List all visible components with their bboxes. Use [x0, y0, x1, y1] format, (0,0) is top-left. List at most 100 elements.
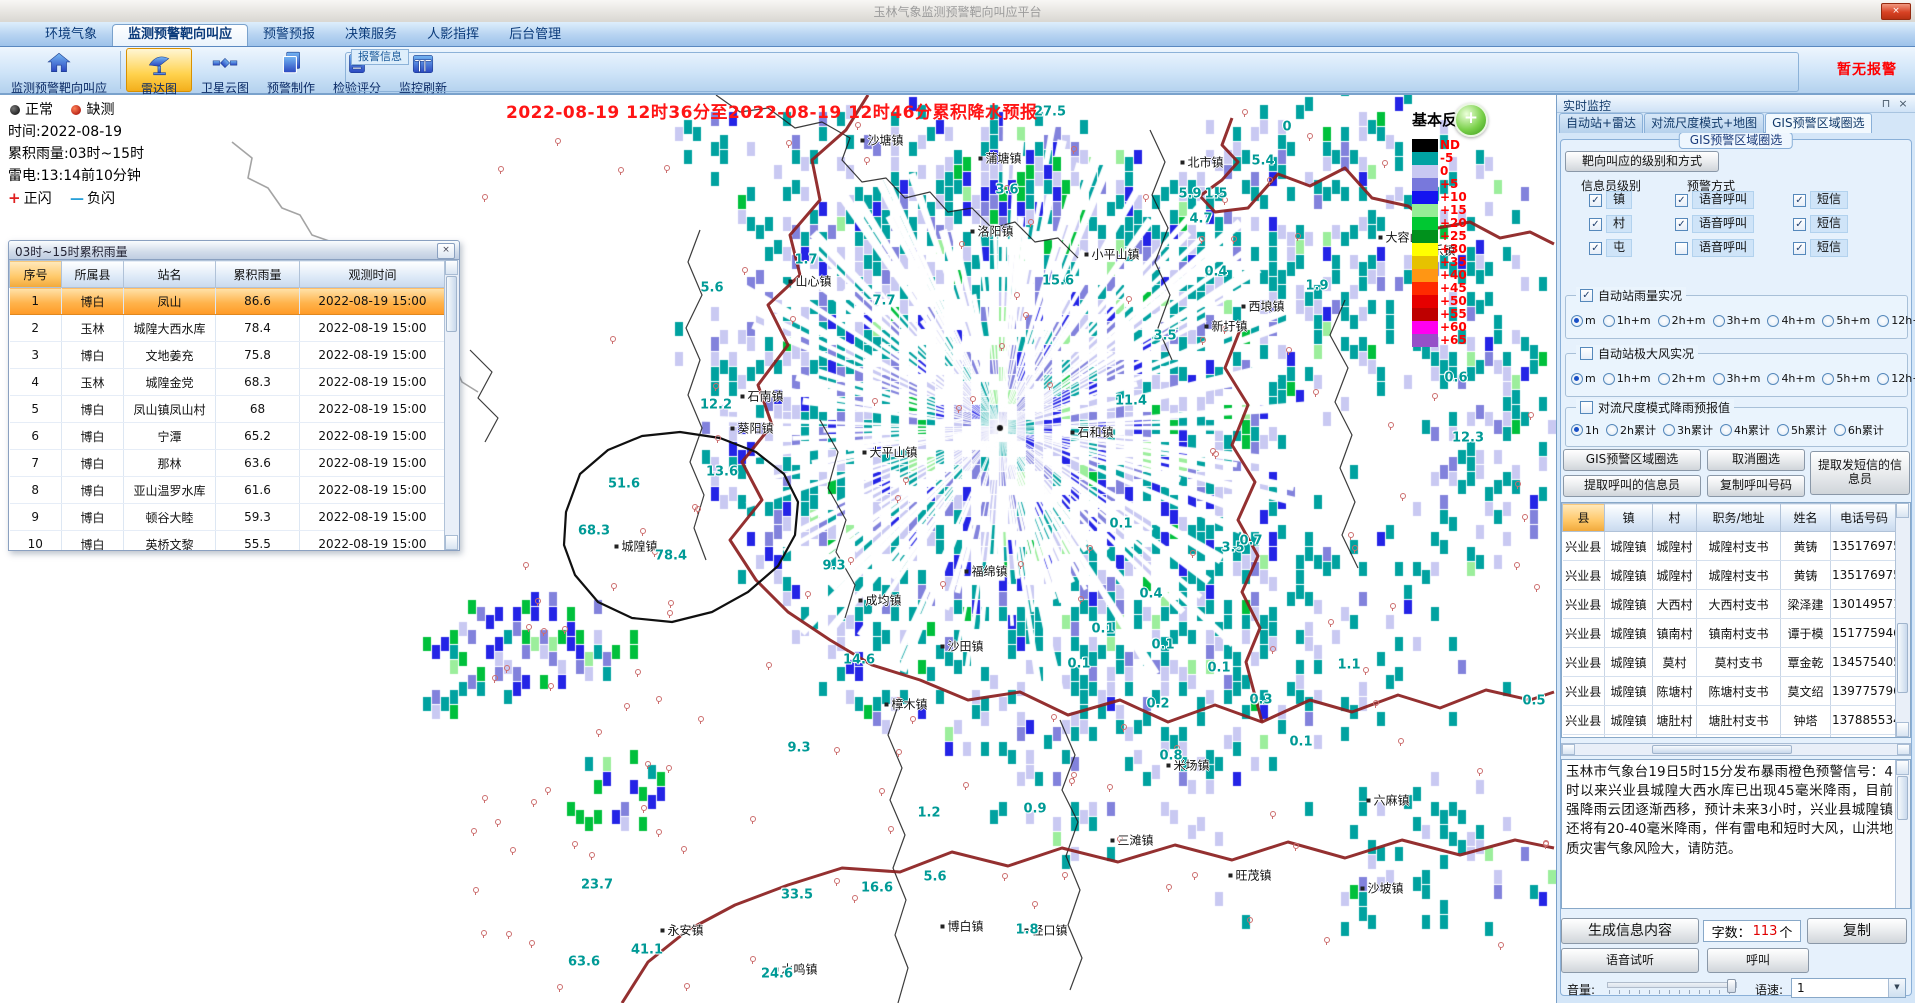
- column-header[interactable]: 县: [1563, 504, 1605, 532]
- radio-button[interactable]: [1571, 315, 1583, 327]
- scroll-down-icon[interactable]: [445, 535, 458, 550]
- radio-option[interactable]: 2h累计: [1606, 422, 1656, 438]
- table-row[interactable]: 2玉林城隍大西水库78.42022-08-19 15:00: [10, 315, 446, 342]
- radio-option[interactable]: 5h累计: [1777, 422, 1827, 438]
- scrollbar-thumb[interactable]: [1652, 745, 1792, 754]
- map-zoom-button[interactable]: +: [1454, 103, 1488, 137]
- column-header[interactable]: 观测时间: [300, 261, 446, 288]
- checkbox[interactable]: ✓: [1675, 194, 1688, 207]
- menu-tab-3[interactable]: 预警预报: [248, 25, 330, 46]
- radio-option[interactable]: 6h累计: [1834, 422, 1884, 438]
- warning-message-text[interactable]: 玉林市气象台19日5时15分发布暴雨橙色预警信号：4时以来兴业县城隍大西水库已出…: [1561, 759, 1911, 909]
- radio-option[interactable]: 4h+m: [1767, 372, 1815, 385]
- cancel-select-button[interactable]: 取消圈选: [1707, 449, 1805, 471]
- table-row[interactable]: 6博白宁潭65.22022-08-19 15:00: [10, 423, 446, 450]
- radio-option[interactable]: 2h+m: [1658, 314, 1706, 327]
- slider-track[interactable]: [1607, 982, 1737, 988]
- contact-row[interactable]: 兴业县城隍镇莫村莫村支书覃金乾134575405: [1563, 648, 1898, 677]
- generate-message-button[interactable]: 生成信息内容: [1561, 918, 1699, 944]
- table-row[interactable]: 7博白那林63.62022-08-19 15:00: [10, 450, 446, 477]
- call-button[interactable]: 呼叫: [1707, 948, 1809, 973]
- contact-row[interactable]: 兴业县城隍镇枫木村枫木村支书吴以悦137375511: [1563, 735, 1898, 739]
- contacts-hscrollbar[interactable]: [1561, 743, 1911, 756]
- message-scrollbar[interactable]: [1895, 760, 1910, 908]
- radio-button[interactable]: [1877, 373, 1889, 385]
- scroll-right-icon[interactable]: [1897, 744, 1910, 755]
- radio-button[interactable]: [1571, 424, 1583, 436]
- radio-button[interactable]: [1720, 424, 1732, 436]
- panel-tab-1[interactable]: 自动站+雷达: [1559, 113, 1643, 133]
- gis-select-button[interactable]: GIS预警区域圈选: [1563, 449, 1701, 471]
- group-checkbox[interactable]: ✓: [1580, 289, 1593, 302]
- slider-thumb[interactable]: [1727, 979, 1736, 993]
- column-header[interactable]: 序号: [10, 261, 62, 288]
- checkbox[interactable]: [1675, 242, 1688, 255]
- menu-tab-2[interactable]: 监测预警靶向叫应: [112, 24, 248, 46]
- radio-button[interactable]: [1603, 373, 1615, 385]
- checkbox[interactable]: ✓: [1793, 194, 1806, 207]
- table-row[interactable]: 10博白英桥文黎55.52022-08-19 15:00: [10, 531, 446, 552]
- radio-button[interactable]: [1822, 315, 1834, 327]
- checkbox[interactable]: ✓: [1793, 218, 1806, 231]
- extract-call-informants-button[interactable]: 提取呼叫的信息员: [1563, 475, 1701, 497]
- radio-option[interactable]: 4h累计: [1720, 422, 1770, 438]
- radio-option[interactable]: 2h+m: [1658, 372, 1706, 385]
- radio-option[interactable]: m: [1571, 372, 1596, 385]
- radio-option[interactable]: 1h+m: [1603, 372, 1651, 385]
- column-header[interactable]: 姓名: [1781, 504, 1831, 532]
- checkbox[interactable]: ✓: [1589, 242, 1602, 255]
- menu-tab-4[interactable]: 决策服务: [330, 25, 412, 46]
- radio-button[interactable]: [1834, 424, 1846, 436]
- contacts-scrollbar[interactable]: [1895, 503, 1910, 737]
- radio-button[interactable]: [1571, 373, 1583, 385]
- contact-row[interactable]: 兴业县城隍镇镇南村镇南村支书谭于模151775946: [1563, 619, 1898, 648]
- radio-button[interactable]: [1713, 315, 1725, 327]
- radio-button[interactable]: [1658, 373, 1670, 385]
- map-view[interactable]: 沙塘镇蒲塘镇北市镇洛阳镇小平山镇民乐镇山心镇西埌镇新圩镇大容山石南镇石和镇葵阳镇…: [0, 95, 1556, 1003]
- checkbox[interactable]: ✓: [1675, 218, 1688, 231]
- scrollbar-thumb[interactable]: [1897, 776, 1908, 820]
- pin-icon[interactable]: ⊓: [1879, 97, 1893, 110]
- column-header[interactable]: 职务/地址: [1697, 504, 1781, 532]
- copy-call-numbers-button[interactable]: 复制呼叫号码: [1707, 475, 1805, 497]
- scroll-left-icon[interactable]: [1562, 744, 1575, 755]
- contact-row[interactable]: 兴业县城隍镇大西村大西村支书梁泽建130149571: [1563, 590, 1898, 619]
- contact-row[interactable]: 兴业县城隍镇城隍村城隍村支书黄铸135176975: [1563, 532, 1898, 561]
- radio-button[interactable]: [1767, 315, 1779, 327]
- scroll-up-icon[interactable]: [1896, 760, 1909, 775]
- contact-row[interactable]: 兴业县城隍镇城隍村城隍村支书黄铸135176975: [1563, 561, 1898, 590]
- extract-sms-informants-button[interactable]: 提取发短信的信息员: [1810, 451, 1910, 495]
- radio-option[interactable]: 12h+m: [1877, 372, 1915, 385]
- radio-option[interactable]: 3h+m: [1713, 314, 1761, 327]
- checkbox[interactable]: ✓: [1589, 194, 1602, 207]
- group-checkbox[interactable]: [1580, 401, 1593, 414]
- radio-option[interactable]: m: [1571, 314, 1596, 327]
- table-row[interactable]: 4玉林城隍金党68.32022-08-19 15:00: [10, 369, 446, 396]
- table-row[interactable]: 9博白顿谷大睦59.32022-08-19 15:00: [10, 504, 446, 531]
- rainfall-window-close-button[interactable]: ×: [437, 243, 455, 259]
- scrollbar-thumb[interactable]: [1897, 623, 1908, 693]
- column-header[interactable]: 站名: [124, 261, 216, 288]
- rainfall-table-scrollbar[interactable]: [444, 260, 459, 550]
- menu-tab-5[interactable]: 人影指挥: [412, 25, 494, 46]
- radio-button[interactable]: [1713, 373, 1725, 385]
- radio-option[interactable]: 5h+m: [1822, 372, 1870, 385]
- radio-button[interactable]: [1822, 373, 1834, 385]
- scroll-up-icon[interactable]: [1896, 503, 1909, 518]
- radio-option[interactable]: 12h+m: [1877, 314, 1915, 327]
- copy-button[interactable]: 复制: [1807, 918, 1907, 944]
- speed-dropdown[interactable]: 1 ▼: [1791, 978, 1906, 998]
- checkbox[interactable]: ✓: [1793, 242, 1806, 255]
- radio-button[interactable]: [1877, 315, 1889, 327]
- column-header[interactable]: 村: [1653, 504, 1697, 532]
- radio-option[interactable]: 4h+m: [1767, 314, 1815, 327]
- radio-button[interactable]: [1777, 424, 1789, 436]
- menu-tab-1[interactable]: 环境气象: [30, 25, 112, 46]
- panel-tab-2[interactable]: 对流尺度模式+地图: [1644, 113, 1764, 133]
- contact-row[interactable]: 兴业县城隍镇塘肚村塘肚村支书钟塔137885534: [1563, 706, 1898, 735]
- rainfall-window-titlebar[interactable]: 03时~15时累积雨量 ×: [8, 240, 460, 259]
- group-checkbox[interactable]: [1580, 347, 1593, 360]
- radio-button[interactable]: [1606, 424, 1618, 436]
- table-row[interactable]: 5博白凤山镇凤山村682022-08-19 15:00: [10, 396, 446, 423]
- toolbar-button-satellite[interactable]: 卫星云图: [192, 48, 258, 92]
